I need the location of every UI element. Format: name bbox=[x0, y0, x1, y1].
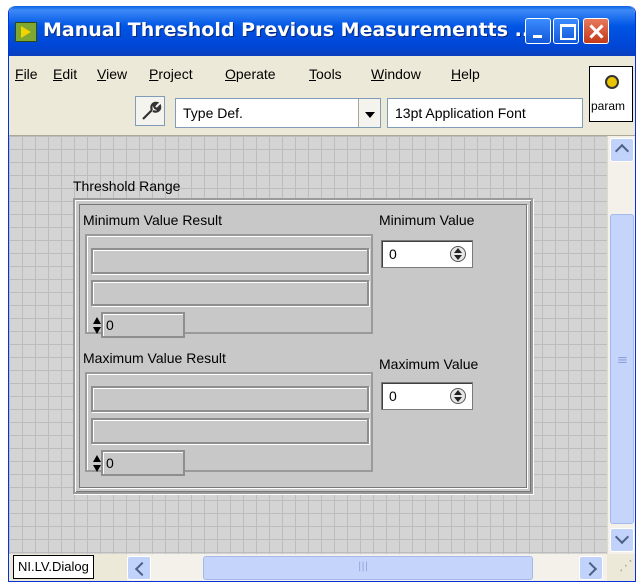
cluster-label: Threshold Range bbox=[73, 178, 181, 194]
min-value-stepper[interactable] bbox=[450, 246, 466, 262]
vi-connector-icon[interactable]: param bbox=[589, 66, 633, 122]
menu-help[interactable]: Help bbox=[451, 66, 480, 82]
type-def-value: Type Def. bbox=[183, 105, 243, 121]
vi-window: Manual Threshold Previous Measurementts … bbox=[8, 6, 636, 582]
max-value-text: 0 bbox=[389, 388, 397, 404]
close-button[interactable] bbox=[583, 18, 609, 44]
min-index-field[interactable]: 0 bbox=[101, 312, 185, 338]
wrench-icon[interactable] bbox=[135, 96, 165, 126]
toolbar: Type Def. 13pt Application Font bbox=[9, 92, 635, 136]
type-def-dropdown[interactable]: Type Def. bbox=[175, 98, 381, 128]
maximize-button[interactable] bbox=[553, 18, 579, 44]
max-value-control[interactable]: 0 bbox=[381, 382, 473, 410]
menu-operate[interactable]: Operate bbox=[225, 66, 276, 82]
context-label: NI.LV.Dialog bbox=[13, 555, 94, 579]
max-array-element bbox=[91, 418, 369, 444]
menu-project[interactable]: Project bbox=[149, 66, 193, 82]
menu-file[interactable]: File bbox=[15, 66, 38, 82]
min-array-element bbox=[91, 280, 369, 306]
menu-bar: File Edit View Project Operate Tools Win… bbox=[9, 58, 635, 92]
horizontal-scroll-thumb[interactable] bbox=[203, 556, 533, 580]
window-title: Manual Threshold Previous Measurementts … bbox=[43, 19, 537, 41]
max-result-label: Maximum Value Result bbox=[83, 350, 226, 366]
menu-edit[interactable]: Edit bbox=[53, 66, 77, 82]
max-array-element bbox=[91, 386, 369, 412]
font-dropdown[interactable]: 13pt Application Font bbox=[387, 98, 583, 128]
menu-tools[interactable]: Tools bbox=[309, 66, 342, 82]
vertical-scroll-thumb[interactable] bbox=[610, 214, 634, 524]
menu-window[interactable]: Window bbox=[371, 66, 421, 82]
scroll-up-icon[interactable] bbox=[610, 138, 634, 162]
vi-icon-label: param bbox=[591, 99, 626, 113]
menu-view[interactable]: View bbox=[97, 66, 127, 82]
horizontal-scrollbar[interactable] bbox=[127, 554, 607, 581]
min-array-element bbox=[91, 248, 369, 274]
min-value-text: 0 bbox=[389, 246, 397, 262]
max-value-stepper[interactable] bbox=[450, 388, 466, 404]
title-bar[interactable]: Manual Threshold Previous Measurementts … bbox=[9, 6, 635, 56]
resize-grip-icon[interactable] bbox=[609, 556, 635, 580]
scroll-down-icon[interactable] bbox=[610, 528, 634, 552]
chevron-down-icon[interactable] bbox=[358, 99, 380, 127]
font-value: 13pt Application Font bbox=[395, 105, 526, 121]
scroll-right-icon[interactable] bbox=[579, 556, 603, 580]
min-value-label: Minimum Value bbox=[379, 212, 475, 228]
min-result-label: Minimum Value Result bbox=[83, 212, 223, 228]
max-index-field[interactable]: 0 bbox=[101, 450, 185, 476]
vertical-scrollbar[interactable] bbox=[607, 136, 635, 554]
scroll-left-icon[interactable] bbox=[127, 556, 151, 580]
labview-app-icon bbox=[15, 22, 37, 42]
max-value-label: Maximum Value bbox=[379, 356, 479, 372]
minimize-button[interactable] bbox=[525, 18, 551, 44]
min-value-control[interactable]: 0 bbox=[381, 240, 473, 268]
gear-icon bbox=[605, 75, 619, 89]
